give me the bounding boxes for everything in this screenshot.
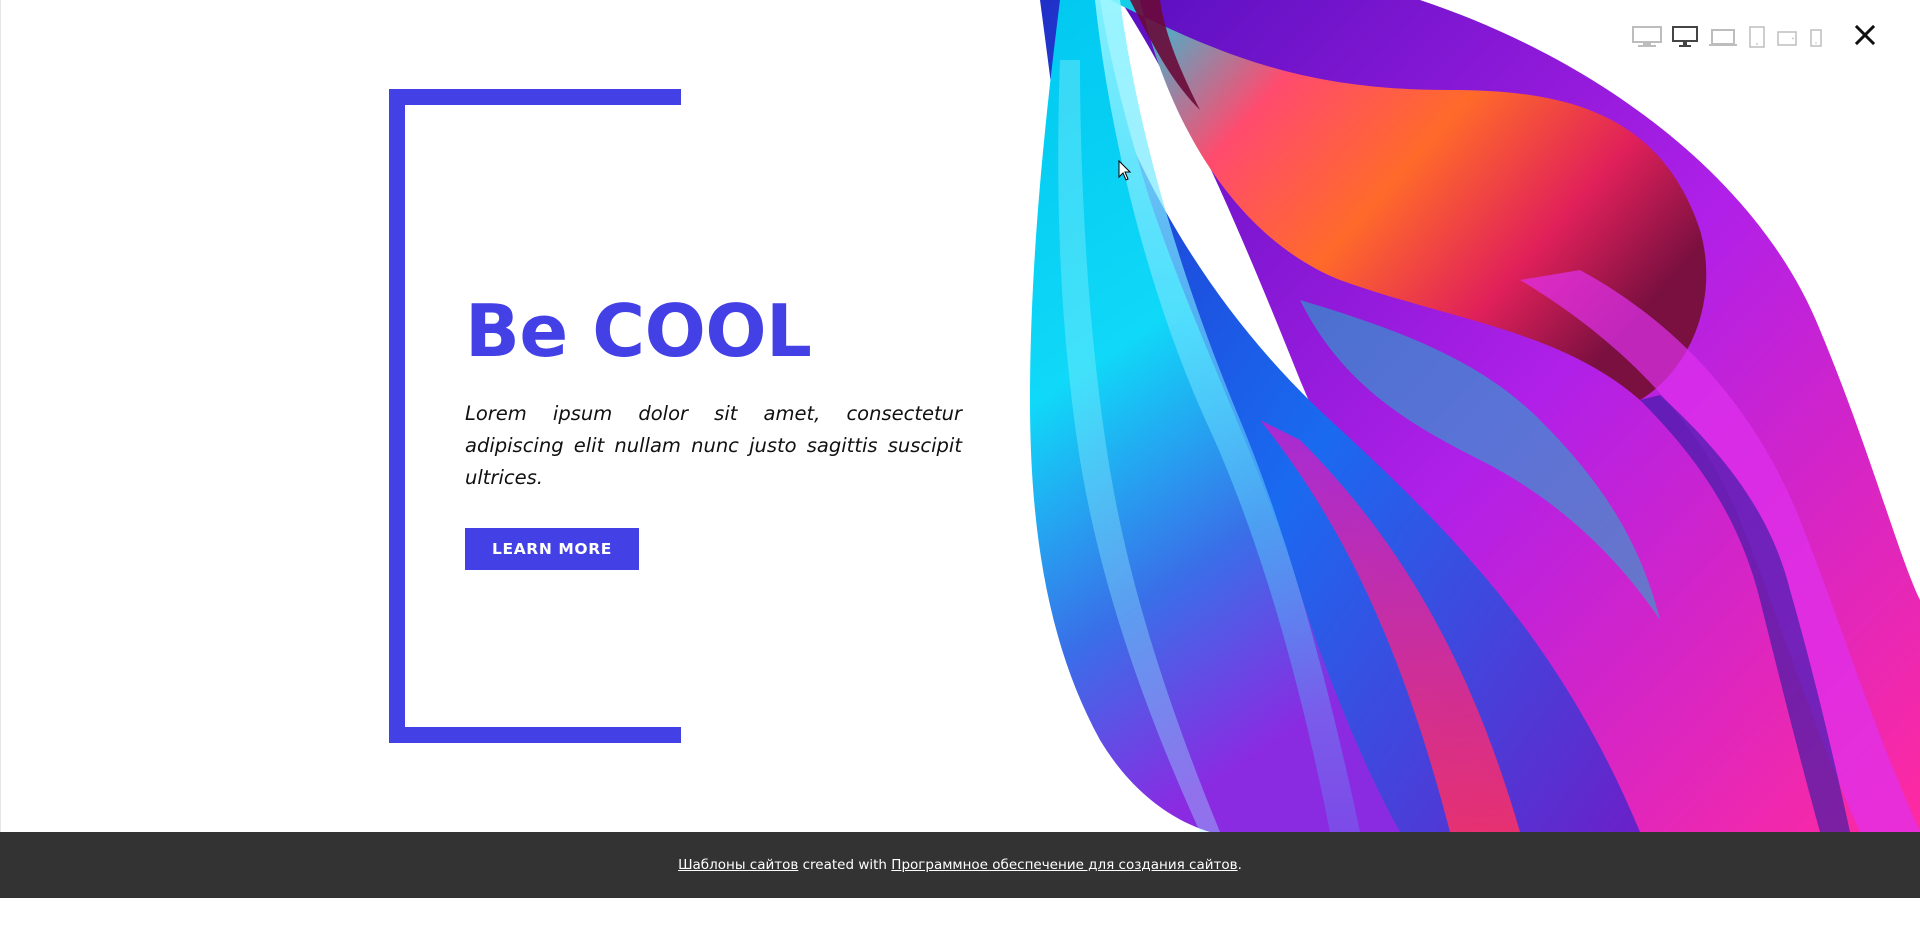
learn-more-button[interactable]: LEARN MORE <box>465 528 639 570</box>
fluid-ribbon-artwork <box>1000 0 1920 832</box>
mouse-cursor-icon <box>1118 159 1132 182</box>
hero-lead-text: Lorem ipsum dolor sit amet, consectetur … <box>465 402 962 489</box>
footer-period: . <box>1237 857 1242 873</box>
close-icon[interactable] <box>1854 24 1876 51</box>
bracket-left <box>389 89 405 743</box>
desktop-icon[interactable] <box>1672 25 1698 49</box>
page-edge-line <box>0 0 1 832</box>
desktop-wide-icon[interactable] <box>1632 25 1662 49</box>
phone-icon[interactable] <box>1808 25 1824 49</box>
footer-software-link[interactable]: Программное обеспечение для создания сай… <box>891 857 1237 873</box>
bracket-bottom <box>389 727 681 743</box>
footer-templates-link[interactable]: Шаблоны сайтов <box>678 857 798 873</box>
page-bottom-space <box>0 898 1920 947</box>
tablet-portrait-icon[interactable] <box>1748 25 1766 49</box>
bracket-top <box>389 89 681 105</box>
device-preview-toolbar <box>1632 22 1876 52</box>
hero-title: Be COOL <box>465 289 812 373</box>
laptop-icon[interactable] <box>1708 25 1738 49</box>
page: Be COOL Lorem ipsum dolor sit amet, cons… <box>0 0 1920 947</box>
hero-content: Be COOL Lorem ipsum dolor sit amet, cons… <box>465 290 962 570</box>
site-footer: Шаблоны сайтов created with Программное … <box>0 832 1920 898</box>
hero-section: Be COOL Lorem ipsum dolor sit amet, cons… <box>0 0 1920 832</box>
tablet-landscape-icon[interactable] <box>1776 25 1798 49</box>
footer-created-with-text: created with <box>798 857 892 873</box>
